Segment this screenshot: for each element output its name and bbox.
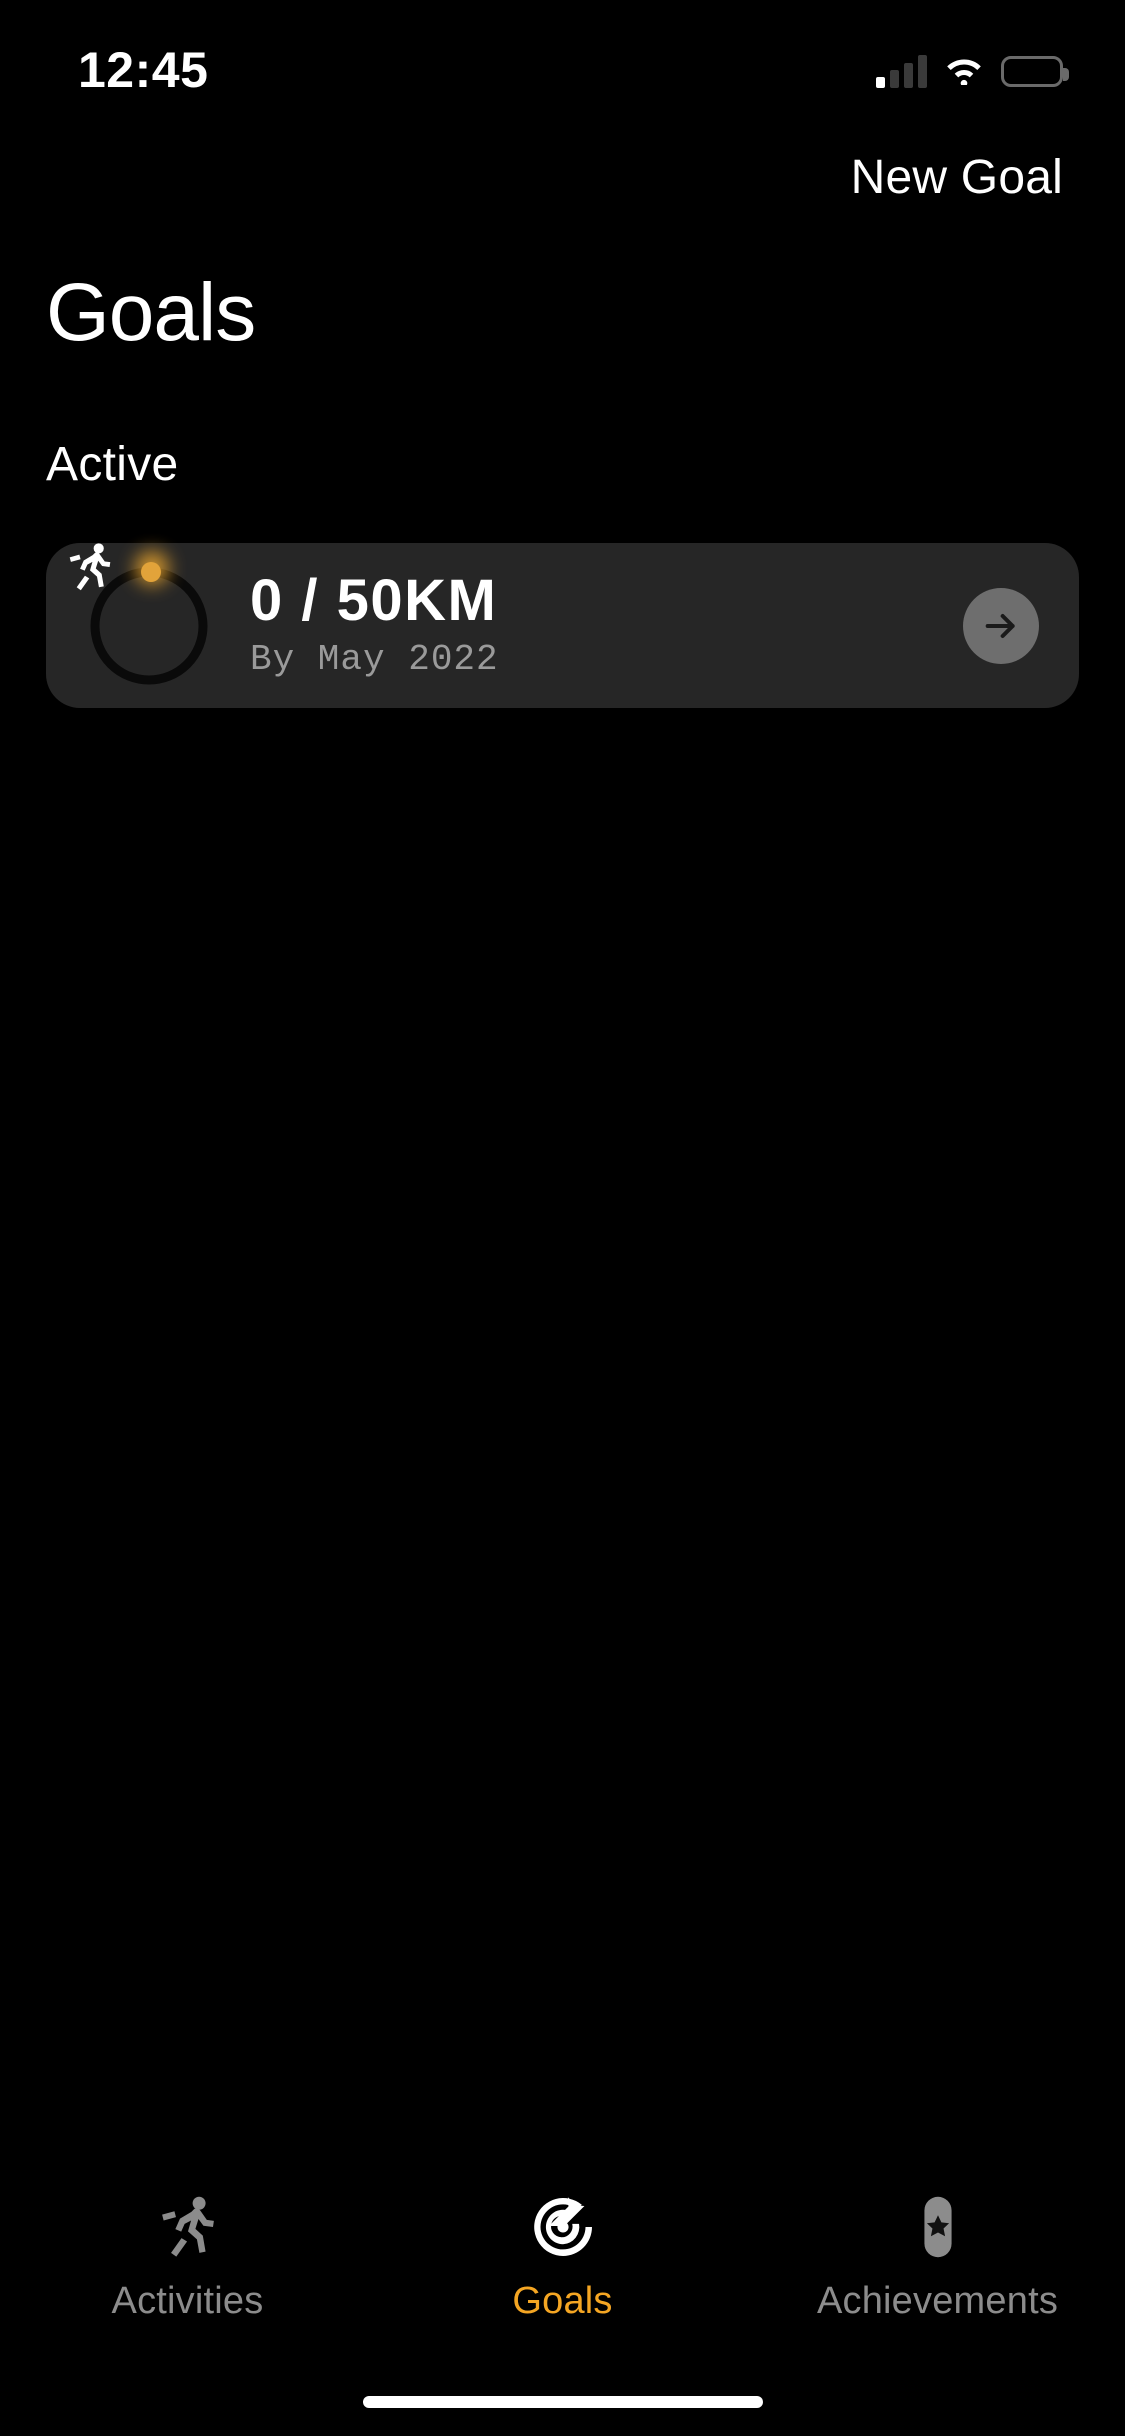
tab-goals[interactable]: Goals — [375, 2168, 750, 2358]
status-bar: 12:45 — [0, 0, 1125, 132]
target-dart-icon — [526, 2188, 600, 2266]
status-bar-time: 12:45 — [78, 42, 209, 98]
top-action-row: New Goal — [0, 150, 1125, 205]
tab-label-achievements: Achievements — [816, 2280, 1059, 2322]
section-header-active: Active — [46, 438, 179, 491]
goal-card[interactable]: 0 / 50KM By May 2022 — [46, 542, 1079, 708]
goal-progress-ring — [69, 542, 208, 685]
goal-text: 0 / 50KM By May 2022 — [250, 567, 963, 681]
progress-marker-dot — [141, 561, 161, 582]
running-person-icon — [69, 542, 111, 590]
arrow-right-icon — [985, 613, 1015, 638]
page-title: Goals — [46, 267, 256, 358]
wifi-icon — [943, 53, 985, 90]
goal-deadline-label: By May 2022 — [250, 639, 499, 681]
tab-label-goals: Goals — [512, 2280, 613, 2322]
tab-bar: Activities Goals Achievements — [0, 2168, 1125, 2358]
status-bar-icons — [876, 53, 1069, 90]
new-goal-button[interactable]: New Goal — [851, 150, 1063, 205]
home-indicator[interactable] — [362, 2396, 763, 2408]
goal-progress-label: 0 / 50KM — [250, 567, 498, 633]
goal-detail-button[interactable] — [963, 587, 1039, 664]
running-person-icon — [151, 2188, 225, 2266]
tab-achievements[interactable]: Achievements — [750, 2168, 1125, 2358]
goal-list: 0 / 50KM By May 2022 — [46, 542, 1079, 708]
tab-label-activities: Activities — [111, 2280, 264, 2322]
battery-icon — [1001, 55, 1069, 87]
cellular-signal-icon — [876, 54, 927, 88]
medal-star-icon — [901, 2188, 975, 2266]
app-screen: 12:45 New Goal Goals Active 0 / 50KM By … — [0, 0, 1125, 2436]
tab-activities[interactable]: Activities — [0, 2168, 375, 2358]
